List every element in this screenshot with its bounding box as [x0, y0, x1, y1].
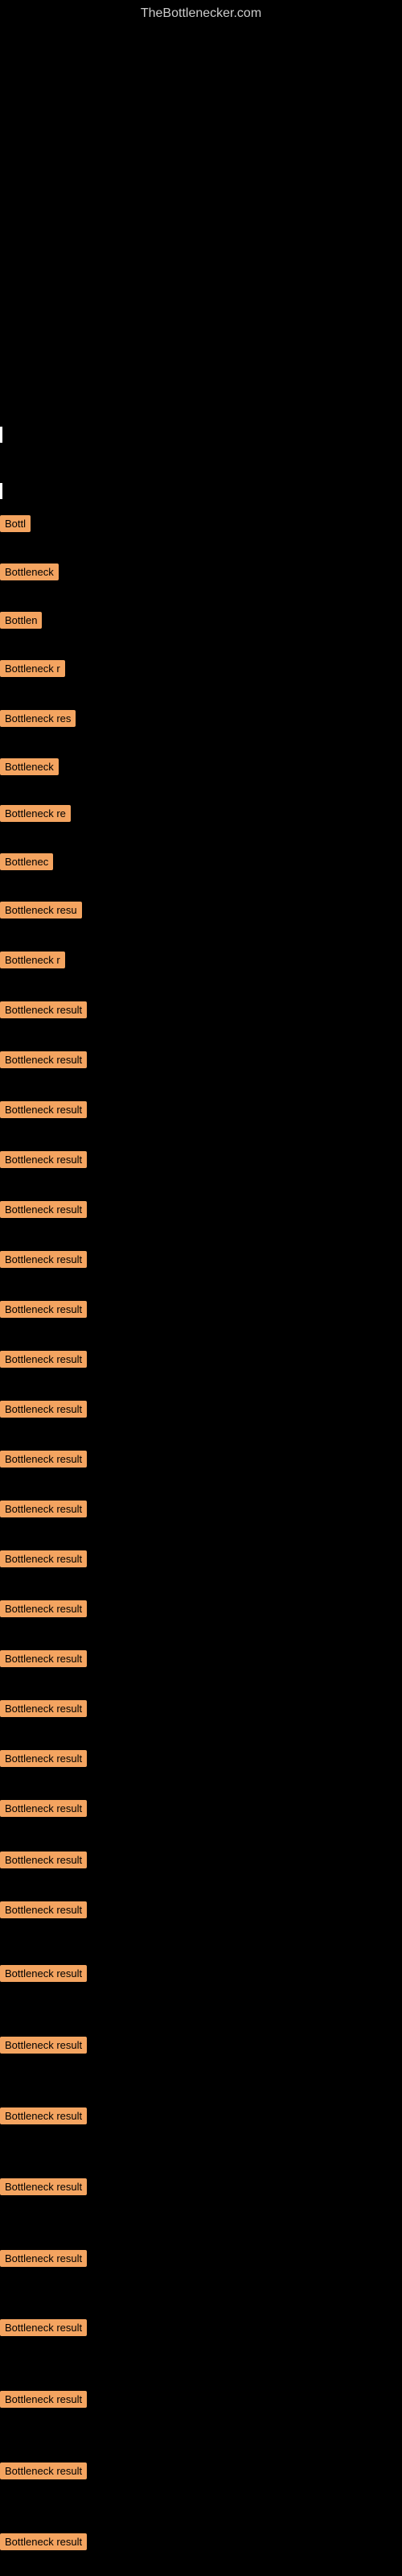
bottleneck-result-label: Bottleneck result [0, 1965, 87, 1982]
bottleneck-result-label: Bottleneck result [0, 2391, 87, 2408]
bottleneck-result-label: Bottleneck [0, 564, 59, 580]
bottleneck-result-label: Bottleneck r [0, 952, 65, 968]
bottleneck-result-label: Bottleneck result [0, 2533, 87, 2550]
bottleneck-result-label: Bottleneck result [0, 1901, 87, 1918]
cursor-line [0, 483, 2, 499]
bottleneck-result-label: Bottleneck result [0, 1001, 87, 1018]
bottleneck-result-label: Bottleneck result [0, 1800, 87, 1817]
bottleneck-result-label: Bottlenec [0, 853, 53, 870]
bottleneck-result-label: Bottlen [0, 612, 42, 629]
bottleneck-result-label: Bottleneck result [0, 2250, 87, 2267]
bottleneck-result-label: Bottleneck result [0, 1351, 87, 1368]
bottleneck-result-label: Bottleneck result [0, 1251, 87, 1268]
site-title: TheBottlenecker.com [141, 6, 261, 21]
bottleneck-result-label: Bottleneck result [0, 2107, 87, 2124]
bottleneck-result-label: Bottl [0, 515, 31, 532]
bottleneck-result-label: Bottleneck result [0, 1501, 87, 1517]
bottleneck-result-label: Bottleneck result [0, 1550, 87, 1567]
bottleneck-result-label: Bottleneck result [0, 1301, 87, 1318]
bottleneck-result-label: Bottleneck result [0, 1451, 87, 1468]
bottleneck-result-label: Bottleneck result [0, 1051, 87, 1068]
cursor-line [0, 427, 2, 443]
bottleneck-result-label: Bottleneck resu [0, 902, 82, 919]
bottleneck-result-label: Bottleneck result [0, 2178, 87, 2195]
bottleneck-result-label: Bottleneck result [0, 1101, 87, 1118]
bottleneck-result-label: Bottleneck [0, 758, 59, 775]
bottleneck-result-label: Bottleneck result [0, 1650, 87, 1667]
bottleneck-result-label: Bottleneck result [0, 1700, 87, 1717]
bottleneck-result-label: Bottleneck r [0, 660, 65, 677]
bottleneck-result-label: Bottleneck re [0, 805, 71, 822]
bottleneck-result-label: Bottleneck result [0, 2319, 87, 2336]
bottleneck-result-label: Bottleneck result [0, 1750, 87, 1767]
bottleneck-result-label: Bottleneck result [0, 1600, 87, 1617]
bottleneck-result-label: Bottleneck result [0, 2462, 87, 2479]
bottleneck-result-label: Bottleneck result [0, 1151, 87, 1168]
bottleneck-result-label: Bottleneck res [0, 710, 76, 727]
bottleneck-result-label: Bottleneck result [0, 1401, 87, 1418]
bottleneck-result-label: Bottleneck result [0, 1852, 87, 1868]
bottleneck-result-label: Bottleneck result [0, 1201, 87, 1218]
bottleneck-result-label: Bottleneck result [0, 2037, 87, 2054]
